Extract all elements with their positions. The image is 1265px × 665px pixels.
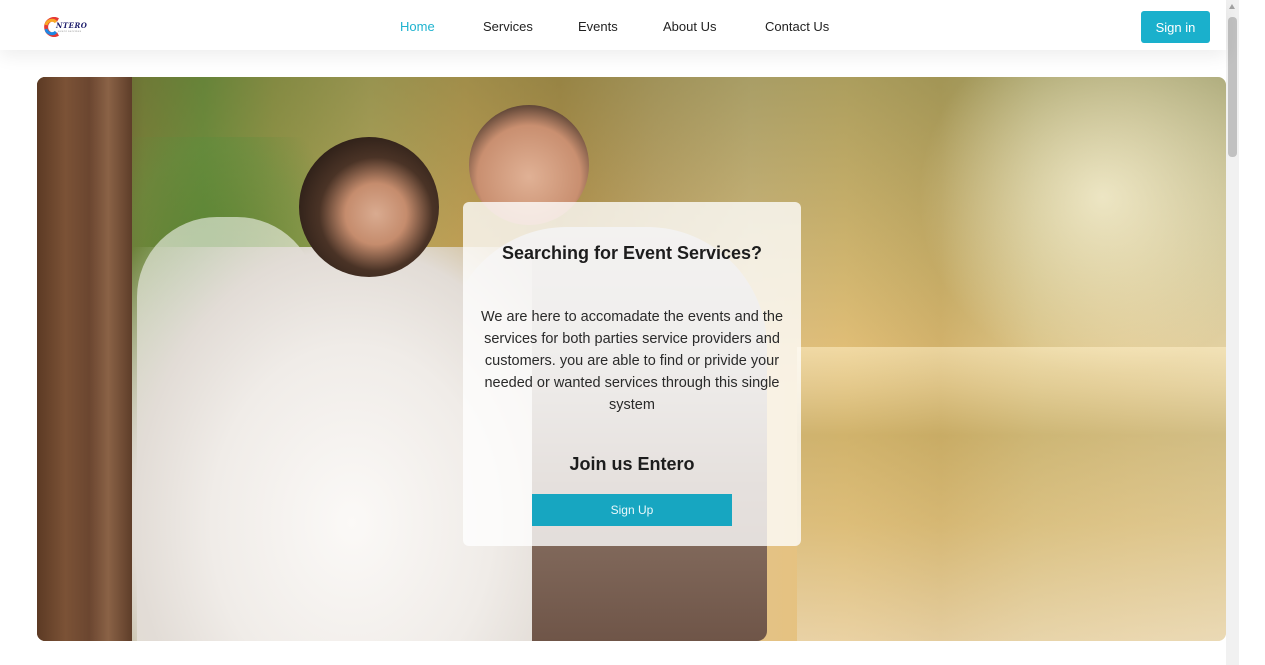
page-scrollbar[interactable]: [1226, 0, 1239, 665]
logo-subtext: event services: [58, 29, 82, 33]
join-heading: Join us Entero: [569, 454, 695, 474]
page: NTERO event services Home Services Event…: [0, 0, 1265, 665]
sign-up-button[interactable]: Sign Up: [532, 494, 732, 526]
scroll-up-icon[interactable]: [1229, 4, 1235, 9]
nav-home[interactable]: Home: [400, 19, 435, 34]
brand-logo[interactable]: NTERO event services: [42, 16, 94, 38]
scrollbar-thumb[interactable]: [1228, 17, 1237, 157]
top-navbar: NTERO event services Home Services Event…: [0, 0, 1226, 50]
hero-title: Searching for Event Services?: [501, 243, 763, 263]
nav-events[interactable]: Events: [578, 19, 618, 34]
nav-contact-us[interactable]: Contact Us: [765, 19, 829, 34]
nav-about-us[interactable]: About Us: [663, 19, 716, 34]
hero-card: Searching for Event Services? We are her…: [463, 202, 801, 546]
hero-description: We are here to accomadate the events and…: [481, 309, 784, 413]
sign-in-button[interactable]: Sign in: [1141, 11, 1210, 43]
nav-services[interactable]: Services: [483, 19, 533, 34]
